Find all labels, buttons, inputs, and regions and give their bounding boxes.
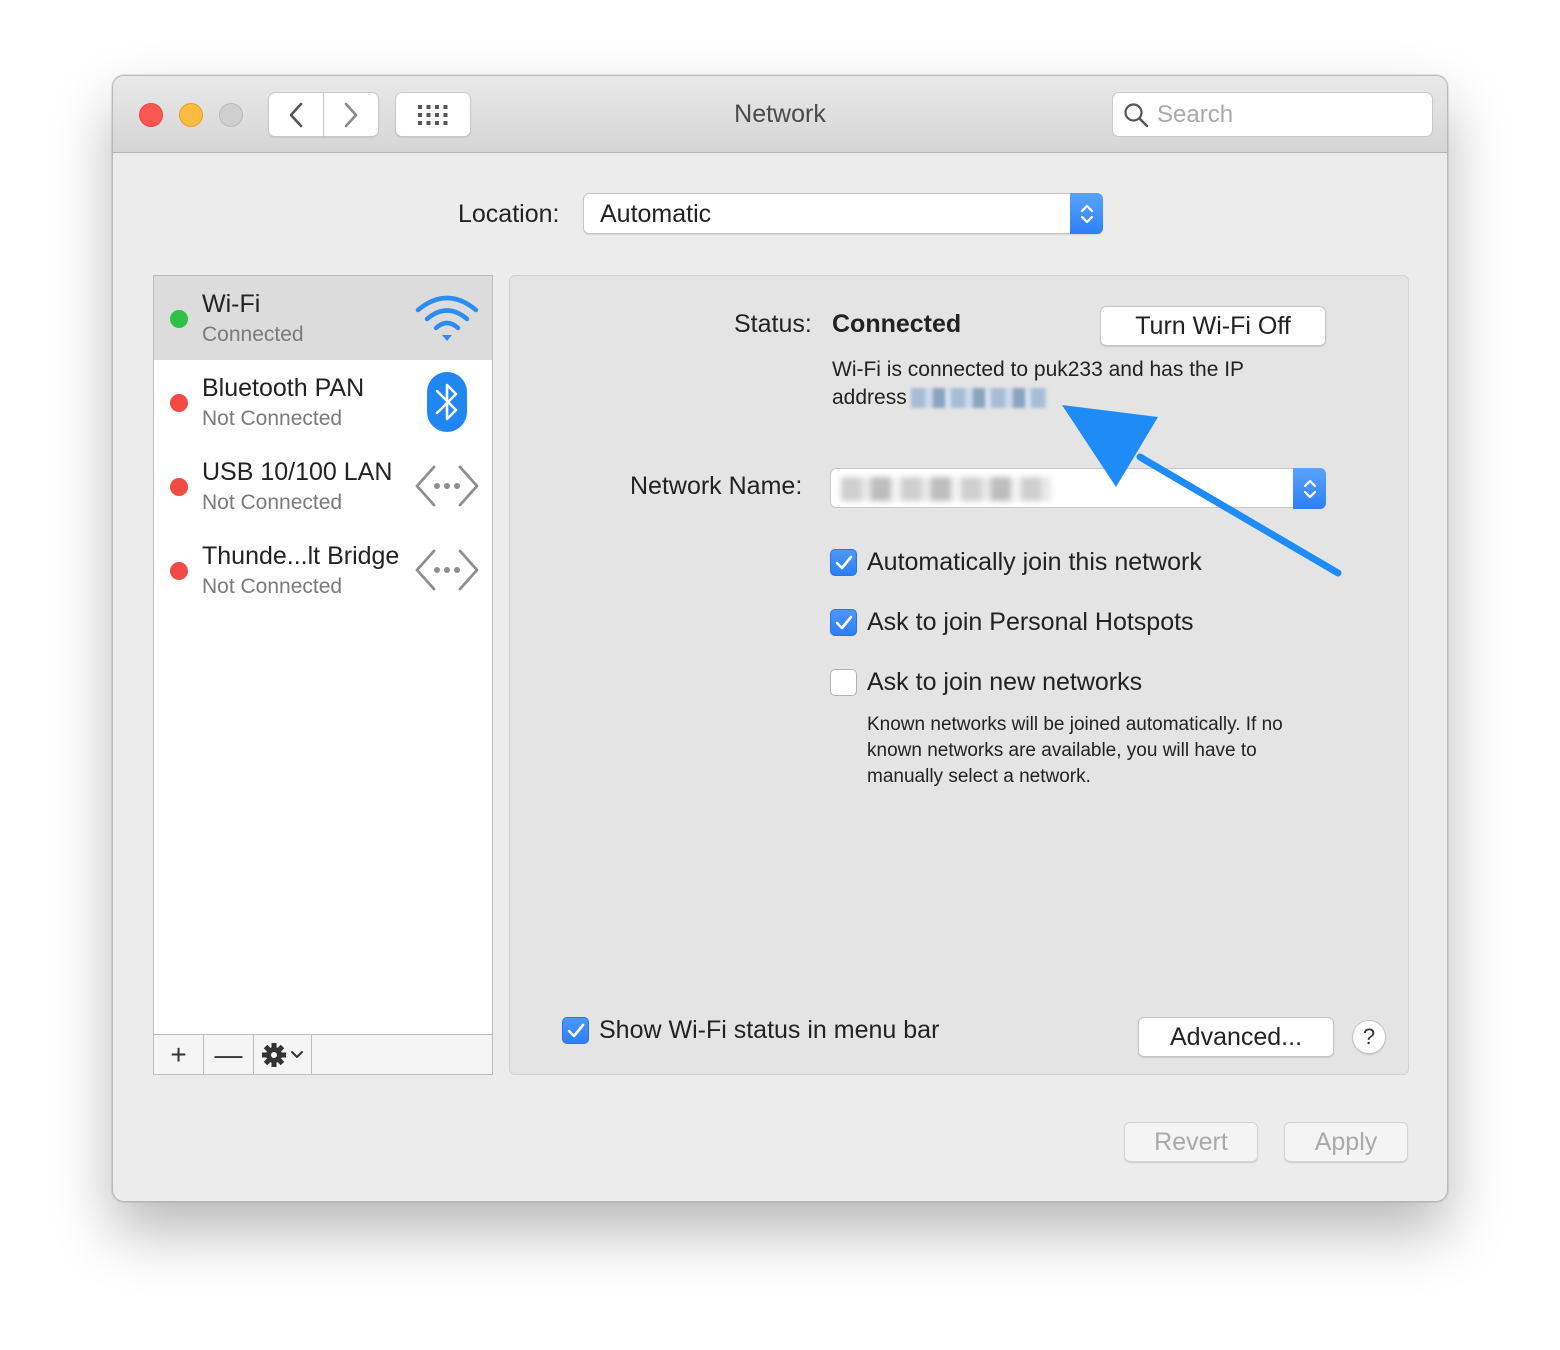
network-name-label: Network Name: bbox=[630, 472, 803, 500]
show-menubar-status-label: Show Wi-Fi status in menu bar bbox=[599, 1016, 940, 1044]
location-value: Automatic bbox=[600, 200, 712, 228]
search-input[interactable] bbox=[1157, 100, 1417, 129]
service-name: Thunde...lt Bridge bbox=[202, 542, 400, 570]
wifi-icon bbox=[414, 286, 480, 350]
service-list-toolbar: + — bbox=[154, 1034, 492, 1074]
checkbox-box[interactable] bbox=[830, 549, 857, 576]
service-item-thunderbolt-bridge[interactable]: Thunde...lt Bridge Not Connected bbox=[154, 528, 492, 612]
status-value: Connected bbox=[832, 310, 962, 338]
service-item-wifi[interactable]: Wi-Fi Connected bbox=[154, 276, 492, 360]
up-down-chevron-icon bbox=[1080, 204, 1093, 223]
ethernet-icon bbox=[414, 538, 480, 602]
new-networks-hint: Known networks will be joined automatica… bbox=[867, 714, 1283, 787]
search-field[interactable] bbox=[1112, 92, 1433, 137]
ethernet-icon bbox=[414, 454, 480, 518]
checkmark-icon bbox=[835, 615, 852, 629]
redacted-network-name bbox=[841, 477, 1051, 501]
network-name-stepper[interactable] bbox=[1293, 468, 1326, 509]
bluetooth-icon bbox=[414, 370, 480, 434]
checkbox-box[interactable] bbox=[830, 669, 857, 696]
location-label: Location: bbox=[458, 200, 560, 228]
auto-join-label: Automatically join this network bbox=[867, 548, 1202, 576]
service-list: Wi-Fi Connected Bluetooth PAN Not Connec… bbox=[153, 275, 493, 1075]
service-name: Wi-Fi bbox=[202, 290, 261, 318]
wifi-detail-panel: Status: Connected Turn Wi-Fi Off Wi-Fi i… bbox=[509, 275, 1409, 1075]
service-item-usb-lan[interactable]: USB 10/100 LAN Not Connected bbox=[154, 444, 492, 528]
advanced-button[interactable]: Advanced... bbox=[1138, 1017, 1334, 1057]
show-menubar-status-checkbox[interactable]: Show Wi-Fi status in menu bar bbox=[562, 1016, 939, 1045]
auto-join-checkbox[interactable]: Automatically join this network bbox=[830, 548, 1202, 577]
service-name: USB 10/100 LAN bbox=[202, 458, 393, 486]
location-stepper[interactable] bbox=[1070, 193, 1103, 234]
add-service-button[interactable]: + bbox=[154, 1035, 204, 1074]
connection-description: Wi-Fi is connected to puk233 and has the… bbox=[832, 356, 1322, 412]
gear-icon bbox=[261, 1042, 303, 1067]
service-item-bluetooth-pan[interactable]: Bluetooth PAN Not Connected bbox=[154, 360, 492, 444]
service-status: Not Connected bbox=[202, 407, 343, 430]
action-menu-button[interactable] bbox=[254, 1035, 312, 1074]
service-status: Not Connected bbox=[202, 575, 343, 598]
checkmark-icon bbox=[567, 1023, 584, 1037]
status-dot bbox=[170, 478, 188, 496]
turn-wifi-off-button[interactable]: Turn Wi-Fi Off bbox=[1100, 306, 1326, 346]
network-preferences-window: Network Location: Automatic Wi-Fi Connec… bbox=[112, 75, 1448, 1202]
redacted-ip-address bbox=[910, 388, 1047, 409]
new-networks-checkbox[interactable]: Ask to join new networks bbox=[830, 668, 1142, 697]
title-bar: Network bbox=[113, 76, 1447, 153]
new-networks-label: Ask to join new networks bbox=[867, 668, 1143, 696]
checkbox-box[interactable] bbox=[830, 609, 857, 636]
checkmark-icon bbox=[835, 555, 852, 569]
revert-button[interactable]: Revert bbox=[1124, 1122, 1258, 1162]
remove-service-button[interactable]: — bbox=[204, 1035, 254, 1074]
service-status: Connected bbox=[202, 323, 304, 346]
personal-hotspots-checkbox[interactable]: Ask to join Personal Hotspots bbox=[830, 608, 1194, 637]
service-name: Bluetooth PAN bbox=[202, 374, 365, 402]
checkbox-box[interactable] bbox=[562, 1017, 589, 1044]
apply-button[interactable]: Apply bbox=[1284, 1122, 1408, 1162]
status-dot bbox=[170, 562, 188, 580]
up-down-chevron-icon bbox=[1303, 479, 1316, 498]
network-name-select[interactable] bbox=[830, 468, 1326, 509]
personal-hotspots-label: Ask to join Personal Hotspots bbox=[867, 608, 1194, 636]
status-label: Status: bbox=[734, 310, 812, 338]
service-status: Not Connected bbox=[202, 491, 343, 514]
location-select[interactable]: Automatic bbox=[583, 193, 1103, 234]
status-dot bbox=[170, 394, 188, 412]
status-dot bbox=[170, 310, 188, 328]
search-icon bbox=[1124, 102, 1149, 127]
help-button[interactable]: ? bbox=[1352, 1020, 1386, 1054]
